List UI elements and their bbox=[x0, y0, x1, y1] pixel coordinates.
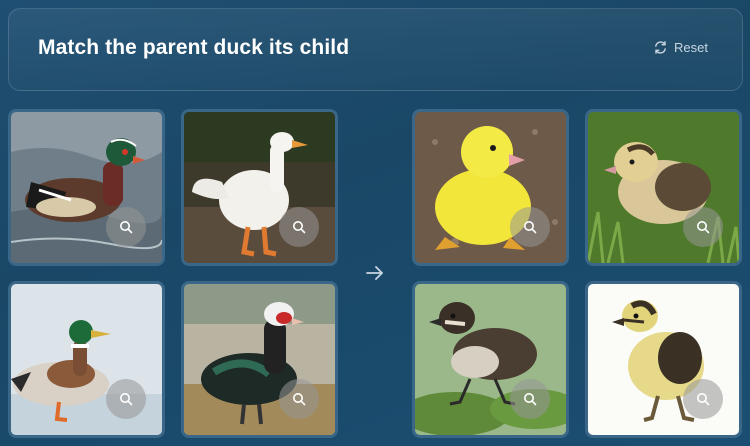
magnifier-icon bbox=[697, 221, 710, 234]
magnifier-icon bbox=[524, 393, 537, 406]
zoom-button[interactable] bbox=[683, 379, 723, 419]
zoom-button[interactable] bbox=[279, 207, 319, 247]
parent-tile-muscovy-duck[interactable] bbox=[181, 281, 338, 438]
parent-tile-mallard-duck[interactable] bbox=[8, 281, 165, 438]
magnifier-icon bbox=[293, 393, 306, 406]
child-tile-yellow-duckling[interactable] bbox=[412, 109, 569, 266]
child-tile-grass-duckling[interactable] bbox=[585, 109, 742, 266]
zoom-button[interactable] bbox=[510, 207, 550, 247]
zoom-button[interactable] bbox=[510, 379, 550, 419]
zoom-button[interactable] bbox=[106, 379, 146, 419]
parent-tile-wood-duck[interactable] bbox=[8, 109, 165, 266]
challenge-header: Match the parent duck its child Reset bbox=[8, 8, 743, 91]
child-tile-white-bg-duckling[interactable] bbox=[585, 281, 742, 438]
magnifier-icon bbox=[120, 221, 133, 234]
magnifier-icon bbox=[293, 221, 306, 234]
reset-icon bbox=[655, 41, 666, 54]
reset-label: Reset bbox=[674, 40, 708, 55]
zoom-button[interactable] bbox=[279, 379, 319, 419]
page-title: Match the parent duck its child bbox=[38, 36, 350, 59]
magnifier-icon bbox=[120, 393, 133, 406]
reset-button[interactable]: Reset bbox=[653, 40, 708, 55]
arrow-right-icon bbox=[366, 266, 383, 280]
magnifier-icon bbox=[697, 393, 710, 406]
magnifier-icon bbox=[524, 221, 537, 234]
zoom-button[interactable] bbox=[683, 207, 723, 247]
parent-tile-pekin-duck[interactable] bbox=[181, 109, 338, 266]
zoom-button[interactable] bbox=[106, 207, 146, 247]
child-tile-lilypad-duckling[interactable] bbox=[412, 281, 569, 438]
